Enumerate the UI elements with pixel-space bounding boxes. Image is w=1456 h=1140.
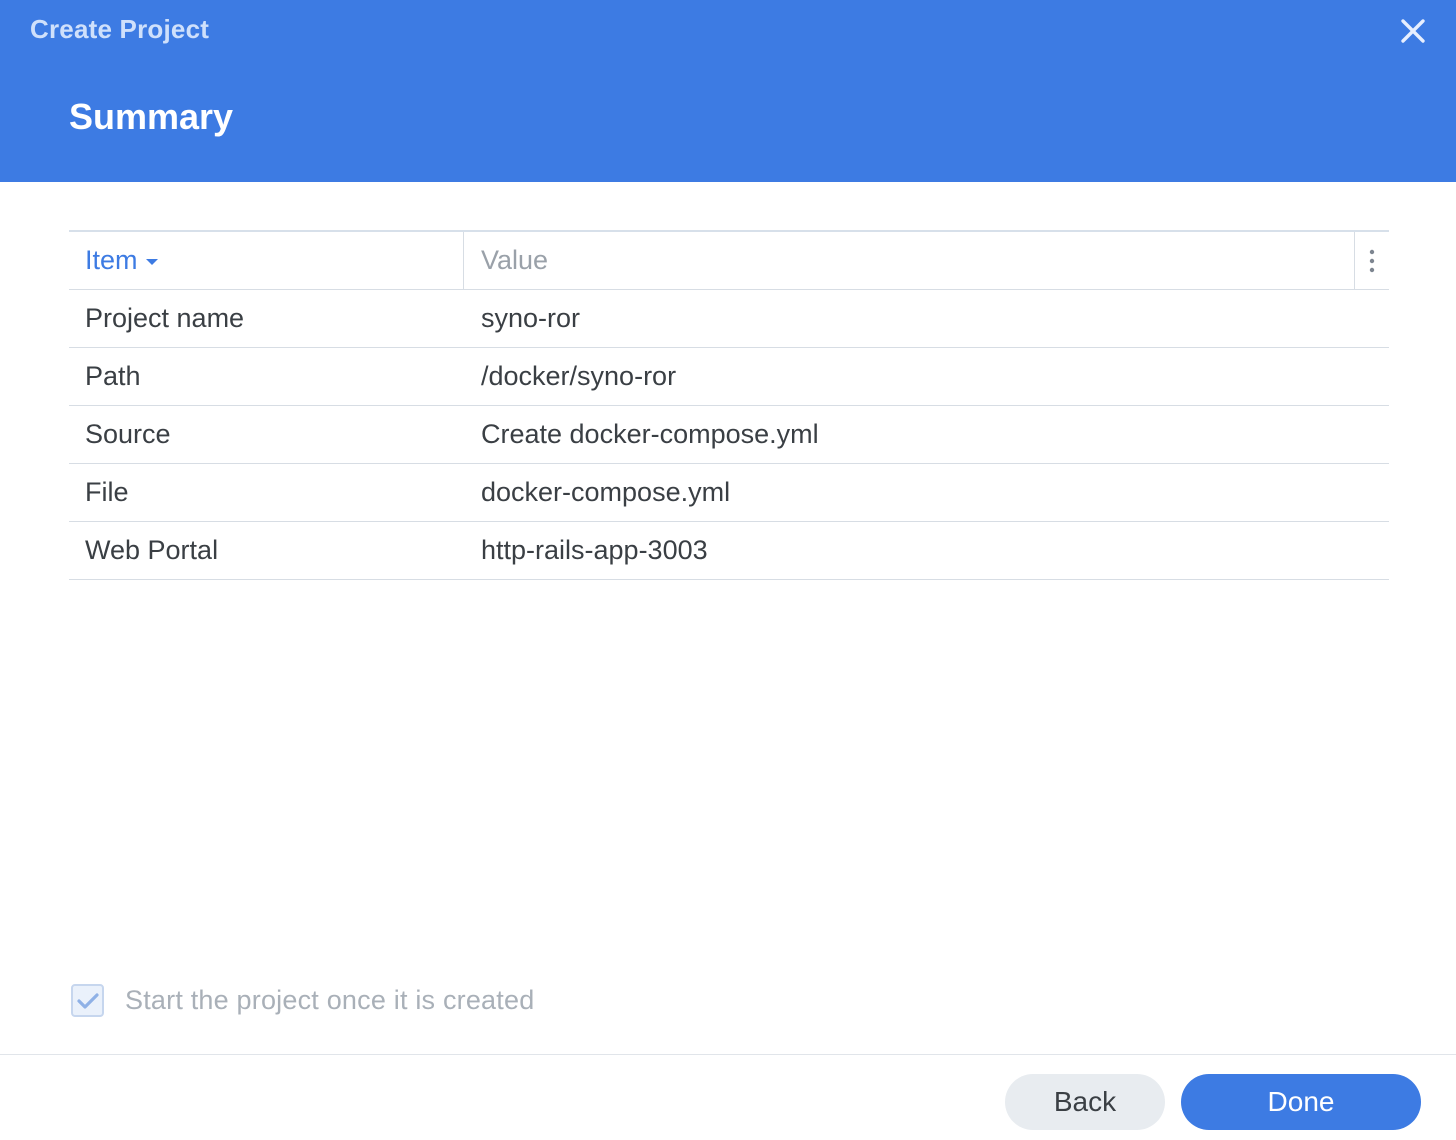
start-project-checkbox[interactable] [71, 984, 104, 1017]
summary-table: Item Value Project name syno-ror Path /d… [69, 230, 1389, 580]
row-item: File [85, 477, 129, 507]
footer-divider [0, 1054, 1456, 1055]
close-icon [1401, 19, 1425, 43]
row-item: Project name [85, 303, 245, 333]
back-button[interactable]: Back [1005, 1074, 1165, 1130]
table-row[interactable]: File docker-compose.yml [69, 464, 1389, 522]
start-project-option[interactable]: Start the project once it is created [71, 984, 534, 1017]
table-row[interactable]: Web Portal http-rails-app-3003 [69, 522, 1389, 580]
row-value: docker-compose.yml [481, 477, 731, 507]
row-value: http-rails-app-3003 [481, 535, 708, 565]
row-value: Create docker-compose.yml [481, 419, 819, 449]
window-title: Create Project [30, 14, 210, 44]
start-project-label: Start the project once it is created [125, 985, 535, 1015]
dialog-header: Create Project Summary [0, 0, 1456, 182]
row-item: Web Portal [85, 535, 219, 565]
done-button[interactable]: Done [1181, 1074, 1421, 1130]
table-row[interactable]: Path /docker/syno-ror [69, 348, 1389, 406]
row-value: syno-ror [481, 303, 581, 333]
close-button[interactable] [1392, 10, 1434, 52]
column-header-item[interactable]: Item [69, 232, 464, 289]
column-header-item-label: Item [85, 245, 138, 275]
table-row[interactable]: Source Create docker-compose.yml [69, 406, 1389, 464]
row-item: Source [85, 419, 171, 449]
column-header-value[interactable]: Value [464, 232, 1355, 289]
row-value: /docker/syno-ror [481, 361, 677, 391]
create-project-dialog: Create Project Summary Item Value Projec… [0, 0, 1456, 1140]
sort-desc-icon [145, 259, 158, 265]
step-title: Summary [69, 96, 234, 137]
table-row[interactable]: Project name syno-ror [69, 290, 1389, 348]
column-menu-button[interactable] [1355, 232, 1389, 289]
row-item: Path [85, 361, 141, 391]
table-header: Item Value [69, 232, 1389, 290]
column-header-value-label: Value [481, 245, 549, 275]
more-vertical-icon [1369, 249, 1375, 272]
checkmark-icon [76, 992, 99, 1009]
